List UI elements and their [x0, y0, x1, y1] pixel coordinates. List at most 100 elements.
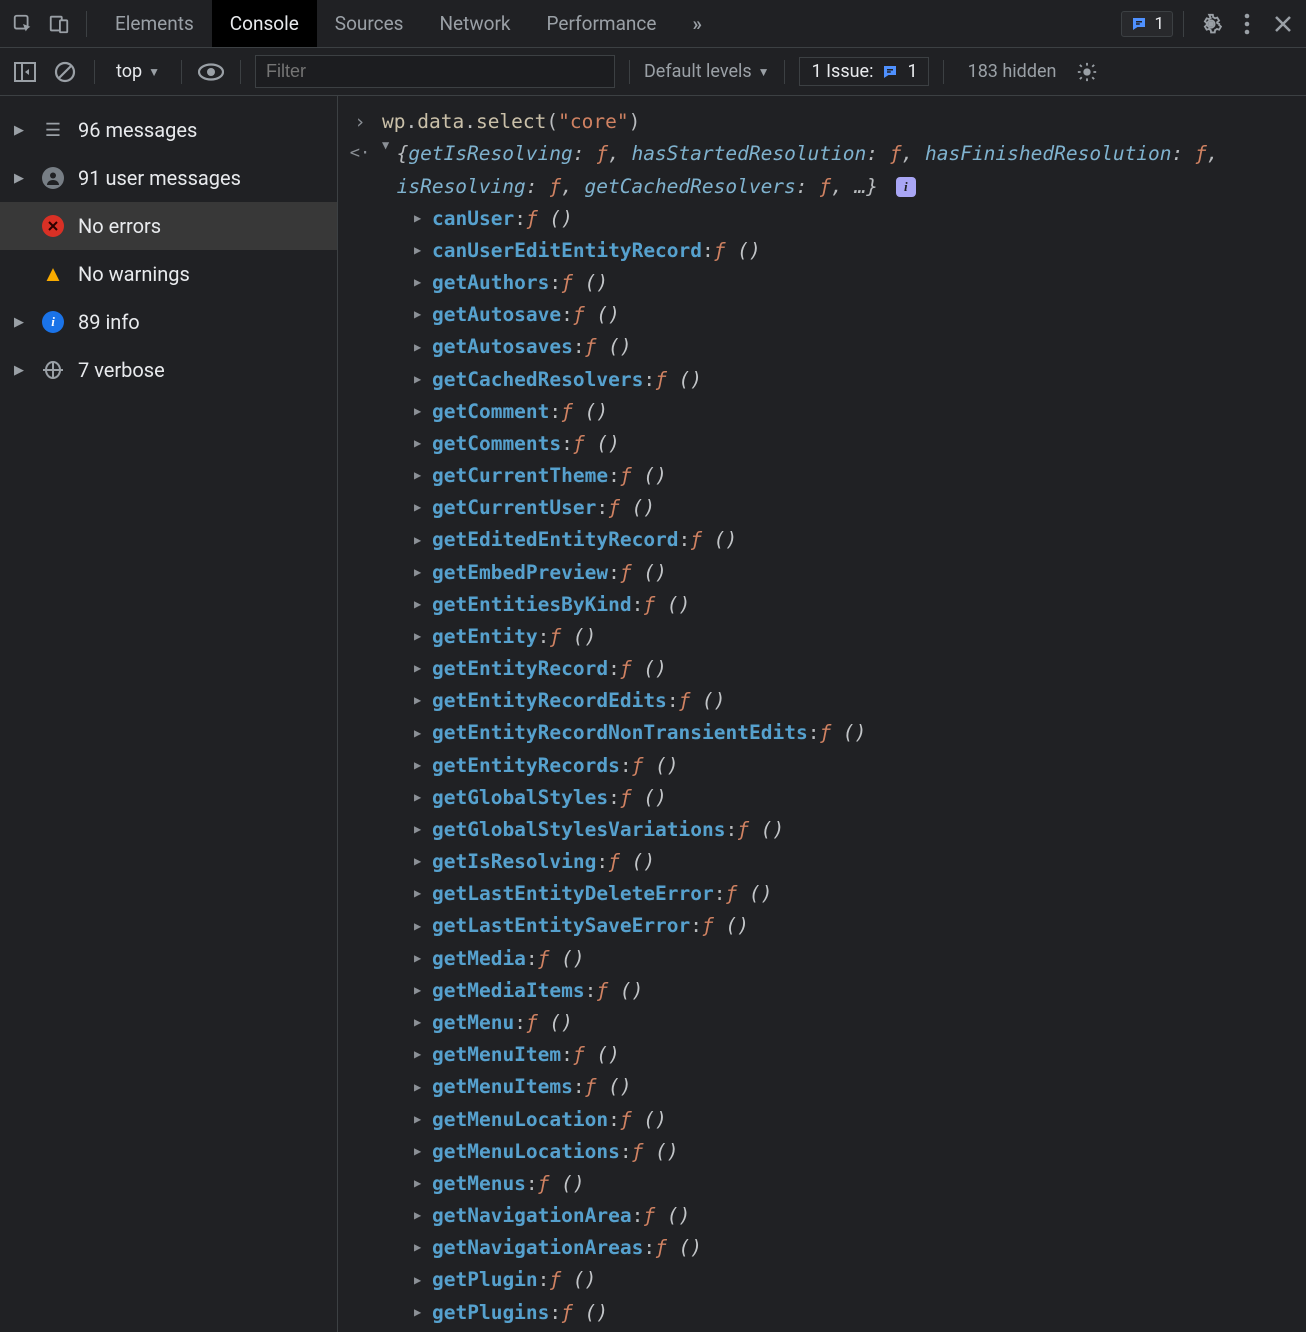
context-label: top [116, 61, 142, 82]
object-property[interactable]: ▶getEntityRecordEdits: ƒ () [414, 685, 1294, 717]
chevron-right-icon: ▶ [414, 820, 432, 840]
sidebar-item[interactable]: ▶No errors [0, 202, 337, 250]
object-property[interactable]: ▶getMenu: ƒ () [414, 1007, 1294, 1039]
object-property[interactable]: ▶getCurrentTheme: ƒ () [414, 460, 1294, 492]
object-property[interactable]: ▶getGlobalStyles: ƒ () [414, 782, 1294, 814]
sidebar-item[interactable]: ▶☰96 messages [0, 106, 337, 154]
chevron-right-icon: ▶ [414, 756, 432, 776]
chevron-right-icon: ▶ [414, 531, 432, 551]
device-toggle-icon[interactable] [42, 7, 76, 41]
gear-icon[interactable] [1194, 7, 1228, 41]
object-property[interactable]: ▶getLastEntityDeleteError: ƒ () [414, 878, 1294, 910]
object-property[interactable]: ▶getEntityRecordNonTransientEdits: ƒ () [414, 717, 1294, 749]
clear-console-icon[interactable] [50, 57, 80, 87]
context-selector[interactable]: top ▼ [109, 58, 167, 85]
issues-button[interactable]: 1 Issue: 1 [799, 57, 929, 86]
sidebar-item[interactable]: ▶i89 info [0, 298, 337, 346]
separator [86, 11, 87, 37]
property-name: getGlobalStylesVariations [432, 814, 726, 846]
object-property[interactable]: ▶getAuthors: ƒ () [414, 267, 1294, 299]
property-name: getNavigationArea [432, 1200, 632, 1232]
sidebar-item[interactable]: ▶7 verbose [0, 346, 337, 394]
sidebar-item-label: 91 user messages [78, 166, 241, 190]
separator [240, 60, 241, 84]
hidden-messages[interactable]: 183 hidden [968, 61, 1057, 82]
property-name: getMenus [432, 1168, 526, 1200]
object-property[interactable]: ▶getEntityRecords: ƒ () [414, 750, 1294, 782]
object-properties: ▶canUser: ƒ ()▶canUserEditEntityRecord: … [382, 203, 1294, 1329]
gear-icon[interactable] [1072, 57, 1102, 87]
tab-elements[interactable]: Elements [97, 0, 212, 47]
console-input-line[interactable]: › wp.data.select("core") [338, 106, 1294, 138]
property-name: getPlugins [432, 1297, 549, 1329]
object-property[interactable]: ▶canUserEditEntityRecord: ƒ () [414, 235, 1294, 267]
object-property[interactable]: ▶getMenus: ƒ () [414, 1168, 1294, 1200]
object-property[interactable]: ▶getNavigationArea: ƒ () [414, 1200, 1294, 1232]
kebab-icon[interactable] [1230, 7, 1264, 41]
chevron-right-icon: ▶ [414, 852, 432, 872]
object-property[interactable]: ▶getGlobalStylesVariations: ƒ () [414, 814, 1294, 846]
chevron-down-icon[interactable]: ▼ [382, 136, 393, 200]
object-property[interactable]: ▶getComments: ƒ () [414, 428, 1294, 460]
tab-console[interactable]: Console [212, 0, 317, 47]
console-sidebar: ▶☰96 messages▶91 user messages▶No errors… [0, 96, 338, 1332]
chevron-right-icon: ▶ [414, 1078, 432, 1098]
object-property[interactable]: ▶getMenuItem: ƒ () [414, 1039, 1294, 1071]
tabs-overflow[interactable]: » [674, 0, 720, 47]
object-property[interactable]: ▶getNavigationAreas: ƒ () [414, 1232, 1294, 1264]
separator [943, 60, 944, 84]
object-property[interactable]: ▶getEntitiesByKind: ƒ () [414, 589, 1294, 621]
chevron-right-icon: ▶ [414, 724, 432, 744]
issues-counter[interactable]: 1 [1121, 11, 1173, 37]
sidebar-item[interactable]: ▶91 user messages [0, 154, 337, 202]
sidebar-toggle-icon[interactable] [10, 57, 40, 87]
console-body: ▶☰96 messages▶91 user messages▶No errors… [0, 96, 1306, 1332]
property-name: getMenuItems [432, 1071, 573, 1103]
chevron-right-icon: ▶ [414, 370, 432, 390]
tab-performance[interactable]: Performance [529, 0, 675, 47]
object-property[interactable]: ▶getCurrentUser: ƒ () [414, 492, 1294, 524]
object-property[interactable]: ▶getMenuItems: ƒ () [414, 1071, 1294, 1103]
object-property[interactable]: ▶getMenuLocations: ƒ () [414, 1136, 1294, 1168]
inspect-icon[interactable] [6, 7, 40, 41]
object-property[interactable]: ▶getLastEntitySaveError: ƒ () [414, 910, 1294, 942]
object-property[interactable]: ▶getAutosave: ƒ () [414, 299, 1294, 331]
object-property[interactable]: ▶getEditedEntityRecord: ƒ () [414, 524, 1294, 556]
object-property[interactable]: ▶getEntity: ƒ () [414, 621, 1294, 653]
object-property[interactable]: ▶canUser: ƒ () [414, 203, 1294, 235]
close-icon[interactable] [1266, 7, 1300, 41]
property-name: canUser [432, 203, 514, 235]
filter-input[interactable] [255, 55, 615, 88]
property-name: getLastEntityDeleteError [432, 878, 714, 910]
chevron-right-icon: ▶ [14, 123, 28, 138]
object-property[interactable]: ▶getPlugins: ƒ () [414, 1297, 1294, 1329]
tab-sources[interactable]: Sources [317, 0, 422, 47]
chevron-right-icon: ▶ [414, 434, 432, 454]
object-property[interactable]: ▶getMediaItems: ƒ () [414, 975, 1294, 1007]
object-summary[interactable]: {getIsResolving: ƒ, hasStartedResolution… [393, 138, 1294, 202]
info-badge-icon[interactable]: i [896, 177, 916, 197]
object-property[interactable]: ▶getMedia: ƒ () [414, 943, 1294, 975]
property-name: canUserEditEntityRecord [432, 235, 702, 267]
chevron-right-icon: ▶ [414, 563, 432, 583]
property-name: getAutosaves [432, 331, 573, 363]
property-name: getMenuLocation [432, 1104, 608, 1136]
log-levels-selector[interactable]: Default levels ▼ [644, 61, 770, 82]
object-property[interactable]: ▶getEntityRecord: ƒ () [414, 653, 1294, 685]
chevron-right-icon: ▶ [414, 1013, 432, 1033]
console-toolbar: top ▼ Default levels ▼ 1 Issue: 1 183 hi… [0, 48, 1306, 96]
object-property[interactable]: ▶getEmbedPreview: ƒ () [414, 557, 1294, 589]
property-name: getCurrentTheme [432, 460, 608, 492]
tab-network[interactable]: Network [421, 0, 528, 47]
object-property[interactable]: ▶getMenuLocation: ƒ () [414, 1104, 1294, 1136]
return-icon: <· [338, 138, 382, 167]
object-property[interactable]: ▶getPlugin: ƒ () [414, 1264, 1294, 1296]
object-property[interactable]: ▶getIsResolving: ƒ () [414, 846, 1294, 878]
chevron-right-icon: ▶ [14, 363, 28, 378]
object-property[interactable]: ▶getAutosaves: ƒ () [414, 331, 1294, 363]
sidebar-item[interactable]: ▶▲No warnings [0, 250, 337, 298]
object-property[interactable]: ▶getComment: ƒ () [414, 396, 1294, 428]
property-name: getEntityRecordNonTransientEdits [432, 717, 808, 749]
object-property[interactable]: ▶getCachedResolvers: ƒ () [414, 364, 1294, 396]
live-expression-icon[interactable] [196, 57, 226, 87]
